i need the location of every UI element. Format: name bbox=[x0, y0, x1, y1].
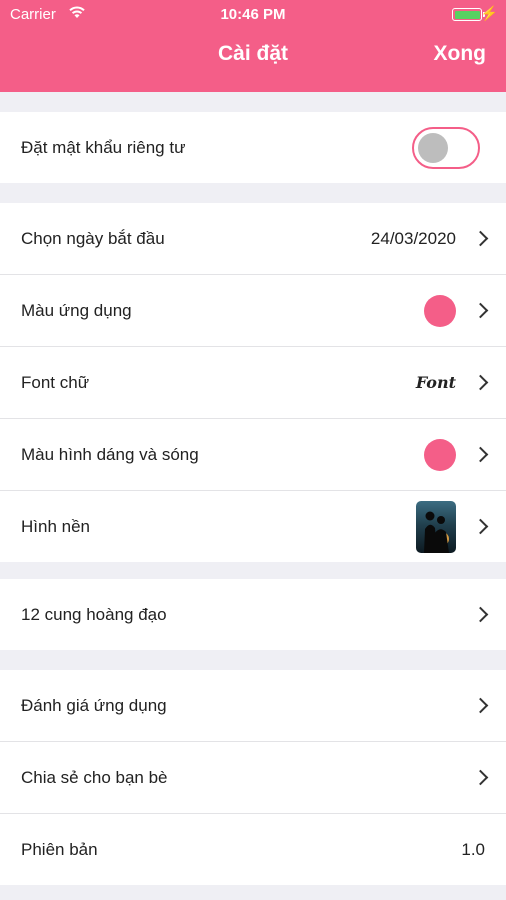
navigation-bar: Carrier 10:46 PM ⚡ Cài đặt Xong bbox=[0, 0, 506, 92]
charging-bolt-icon: ⚡ bbox=[480, 5, 498, 21]
start-date-row[interactable]: Chọn ngày bắt đầu 24/03/2020 bbox=[0, 203, 506, 275]
zodiac-row[interactable]: 12 cung hoàng đạo bbox=[0, 579, 506, 650]
share-row[interactable]: Chia sẻ cho bạn bè bbox=[0, 742, 506, 814]
font-label: Font chữ bbox=[21, 372, 90, 392]
rate-app-row[interactable]: Đánh giá ứng dụng bbox=[0, 670, 506, 742]
chevron-right-icon bbox=[472, 230, 489, 246]
status-bar: Carrier 10:46 PM ⚡ bbox=[0, 0, 506, 30]
toggle-knob bbox=[418, 132, 448, 163]
app-color-swatch bbox=[424, 294, 456, 327]
page-title: Cài đặt bbox=[217, 42, 288, 65]
privacy-password-label: Đặt mật khẩu riêng tư bbox=[21, 137, 186, 157]
rate-app-label: Đánh giá ứng dụng bbox=[21, 695, 167, 715]
zodiac-group: 12 cung hoàng đạo bbox=[0, 579, 506, 650]
battery-fill bbox=[454, 10, 480, 19]
font-sample: Font bbox=[415, 373, 456, 392]
app-color-row[interactable]: Màu ứng dụng bbox=[0, 275, 506, 347]
appearance-group: Chọn ngày bắt đầu 24/03/2020 Màu ứng dụn… bbox=[0, 203, 506, 562]
chevron-right-icon bbox=[472, 606, 489, 622]
chevron-right-icon bbox=[472, 446, 489, 462]
font-row[interactable]: Font chữ Font bbox=[0, 347, 506, 419]
chevron-right-icon bbox=[472, 374, 489, 390]
wallpaper-thumbnail bbox=[416, 500, 456, 553]
chevron-right-icon bbox=[472, 302, 489, 318]
start-date-value: 24/03/2020 bbox=[370, 228, 456, 248]
shape-wave-color-swatch bbox=[424, 438, 456, 471]
wallpaper-label: Hình nền bbox=[21, 516, 90, 536]
version-value: 1.0 bbox=[461, 839, 485, 859]
done-button[interactable]: Xong bbox=[434, 42, 487, 66]
chevron-right-icon bbox=[472, 518, 489, 534]
wallpaper-row[interactable]: Hình nền bbox=[0, 491, 506, 562]
chevron-right-icon bbox=[472, 697, 489, 713]
app-color-label: Màu ứng dụng bbox=[21, 300, 132, 320]
privacy-group: Đặt mật khẩu riêng tư bbox=[0, 112, 506, 183]
version-label: Phiên bản bbox=[21, 839, 98, 859]
start-date-label: Chọn ngày bắt đầu bbox=[21, 228, 165, 248]
battery-icon bbox=[452, 8, 485, 21]
shape-wave-color-row[interactable]: Màu hình dáng và sóng bbox=[0, 419, 506, 491]
zodiac-label: 12 cung hoàng đạo bbox=[21, 604, 167, 624]
version-row: Phiên bản 1.0 bbox=[0, 814, 506, 885]
shape-wave-color-label: Màu hình dáng và sóng bbox=[21, 444, 199, 464]
privacy-password-row: Đặt mật khẩu riêng tư bbox=[0, 112, 506, 183]
share-label: Chia sẻ cho bạn bè bbox=[21, 767, 168, 787]
chevron-right-icon bbox=[472, 769, 489, 785]
clock: 10:46 PM bbox=[220, 6, 286, 23]
about-group: Đánh giá ứng dụng Chia sẻ cho bạn bè Phi… bbox=[0, 670, 506, 885]
privacy-password-toggle[interactable] bbox=[412, 126, 480, 169]
